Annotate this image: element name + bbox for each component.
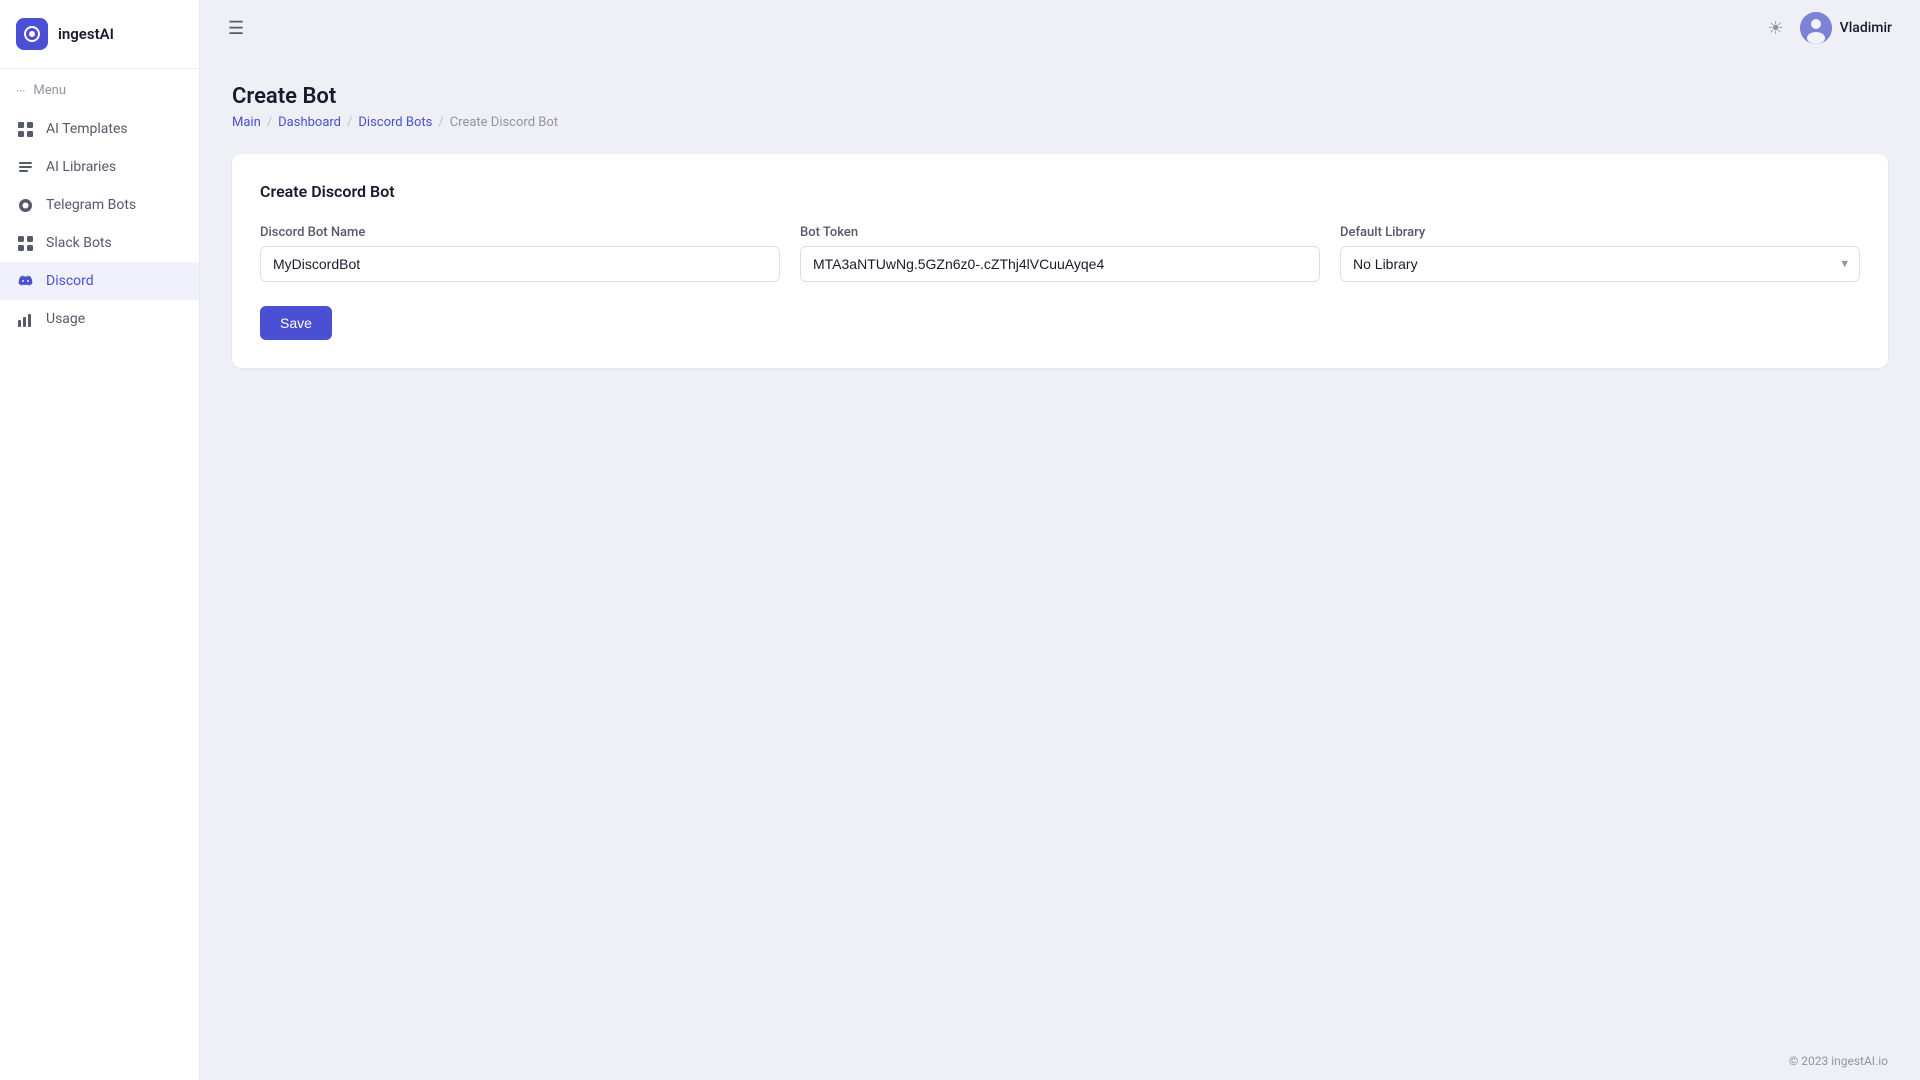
logo-icon <box>16 18 48 50</box>
sidebar-item-ai-libraries[interactable]: AI Libraries <box>0 148 199 186</box>
menu-dots-icon: ··· <box>16 84 25 98</box>
sidebar-item-telegram-bots-label: Telegram Bots <box>46 197 136 213</box>
sidebar-item-telegram-bots[interactable]: Telegram Bots <box>0 186 199 224</box>
breadcrumb-main[interactable]: Main <box>232 115 261 130</box>
sidebar-item-ai-templates[interactable]: AI Templates <box>0 110 199 148</box>
sidebar-nav: AI Templates AI Libraries Telegram Bots <box>0 106 199 1080</box>
app-name: ingestAI <box>58 25 114 43</box>
avatar <box>1800 12 1832 44</box>
footer: © 2023 ingestAI.io <box>200 1042 1920 1080</box>
sidebar-item-ai-libraries-label: AI Libraries <box>46 159 116 175</box>
default-library-group: Default Library No Library ▾ <box>1340 225 1860 282</box>
discord-icon <box>16 272 34 290</box>
save-button[interactable]: Save <box>260 306 332 340</box>
create-discord-bot-card: Create Discord Bot Discord Bot Name Bot … <box>232 154 1888 368</box>
sidebar-item-discord[interactable]: Discord <box>0 262 199 300</box>
breadcrumb-sep-2: / <box>347 115 352 130</box>
topbar-right: ☀ Vladimir <box>1768 12 1892 44</box>
sidebar-item-usage-label: Usage <box>46 311 85 327</box>
breadcrumb-dashboard[interactable]: Dashboard <box>278 115 341 130</box>
theme-toggle-icon[interactable]: ☀ <box>1768 18 1784 39</box>
ai-libraries-icon <box>16 158 34 176</box>
breadcrumb-discord-bots[interactable]: Discord Bots <box>358 115 432 130</box>
breadcrumb-sep-3: / <box>438 115 443 130</box>
sidebar-item-usage[interactable]: Usage <box>0 300 199 338</box>
breadcrumb-current: Create Discord Bot <box>450 115 558 130</box>
menu-toggle-icon[interactable]: ☰ <box>228 18 244 39</box>
sidebar-item-discord-label: Discord <box>46 273 94 289</box>
usage-icon <box>16 310 34 328</box>
default-library-label: Default Library <box>1340 225 1860 240</box>
sidebar-item-slack-bots[interactable]: Slack Bots <box>0 224 199 262</box>
breadcrumb-sep-1: / <box>267 115 272 130</box>
bot-name-input[interactable] <box>260 246 780 282</box>
main-content: ☰ ☀ Vladimir Create Bot Main / Dashboard <box>200 0 1920 1080</box>
slack-bots-icon <box>16 234 34 252</box>
form-row: Discord Bot Name Bot Token Default Libra… <box>260 225 1860 282</box>
telegram-bots-icon <box>16 196 34 214</box>
ai-templates-icon <box>16 120 34 138</box>
bot-name-label: Discord Bot Name <box>260 225 780 240</box>
default-library-select-wrapper: No Library ▾ <box>1340 246 1860 282</box>
breadcrumb: Main / Dashboard / Discord Bots / Create… <box>232 115 1888 130</box>
sidebar-logo[interactable]: ingestAI <box>0 0 199 69</box>
sidebar: ingestAI ··· Menu AI Templates <box>0 0 200 1080</box>
page-title: Create Bot <box>232 84 1888 109</box>
sidebar-item-slack-bots-label: Slack Bots <box>46 235 112 251</box>
user-info[interactable]: Vladimir <box>1800 12 1892 44</box>
bot-token-group: Bot Token <box>800 225 1320 282</box>
bot-token-input[interactable] <box>800 246 1320 282</box>
topbar: ☰ ☀ Vladimir <box>200 0 1920 56</box>
page-content: Create Bot Main / Dashboard / Discord Bo… <box>200 56 1920 1042</box>
bot-token-label: Bot Token <box>800 225 1320 240</box>
default-library-select[interactable]: No Library <box>1340 246 1860 282</box>
username: Vladimir <box>1840 20 1892 36</box>
sidebar-item-ai-templates-label: AI Templates <box>46 121 128 137</box>
card-title: Create Discord Bot <box>260 182 1860 201</box>
menu-label: Menu <box>33 83 66 98</box>
topbar-left: ☰ <box>228 18 244 39</box>
bot-name-group: Discord Bot Name <box>260 225 780 282</box>
footer-text: © 2023 ingestAI.io <box>1789 1054 1888 1068</box>
sidebar-menu-header: ··· Menu <box>0 69 199 106</box>
